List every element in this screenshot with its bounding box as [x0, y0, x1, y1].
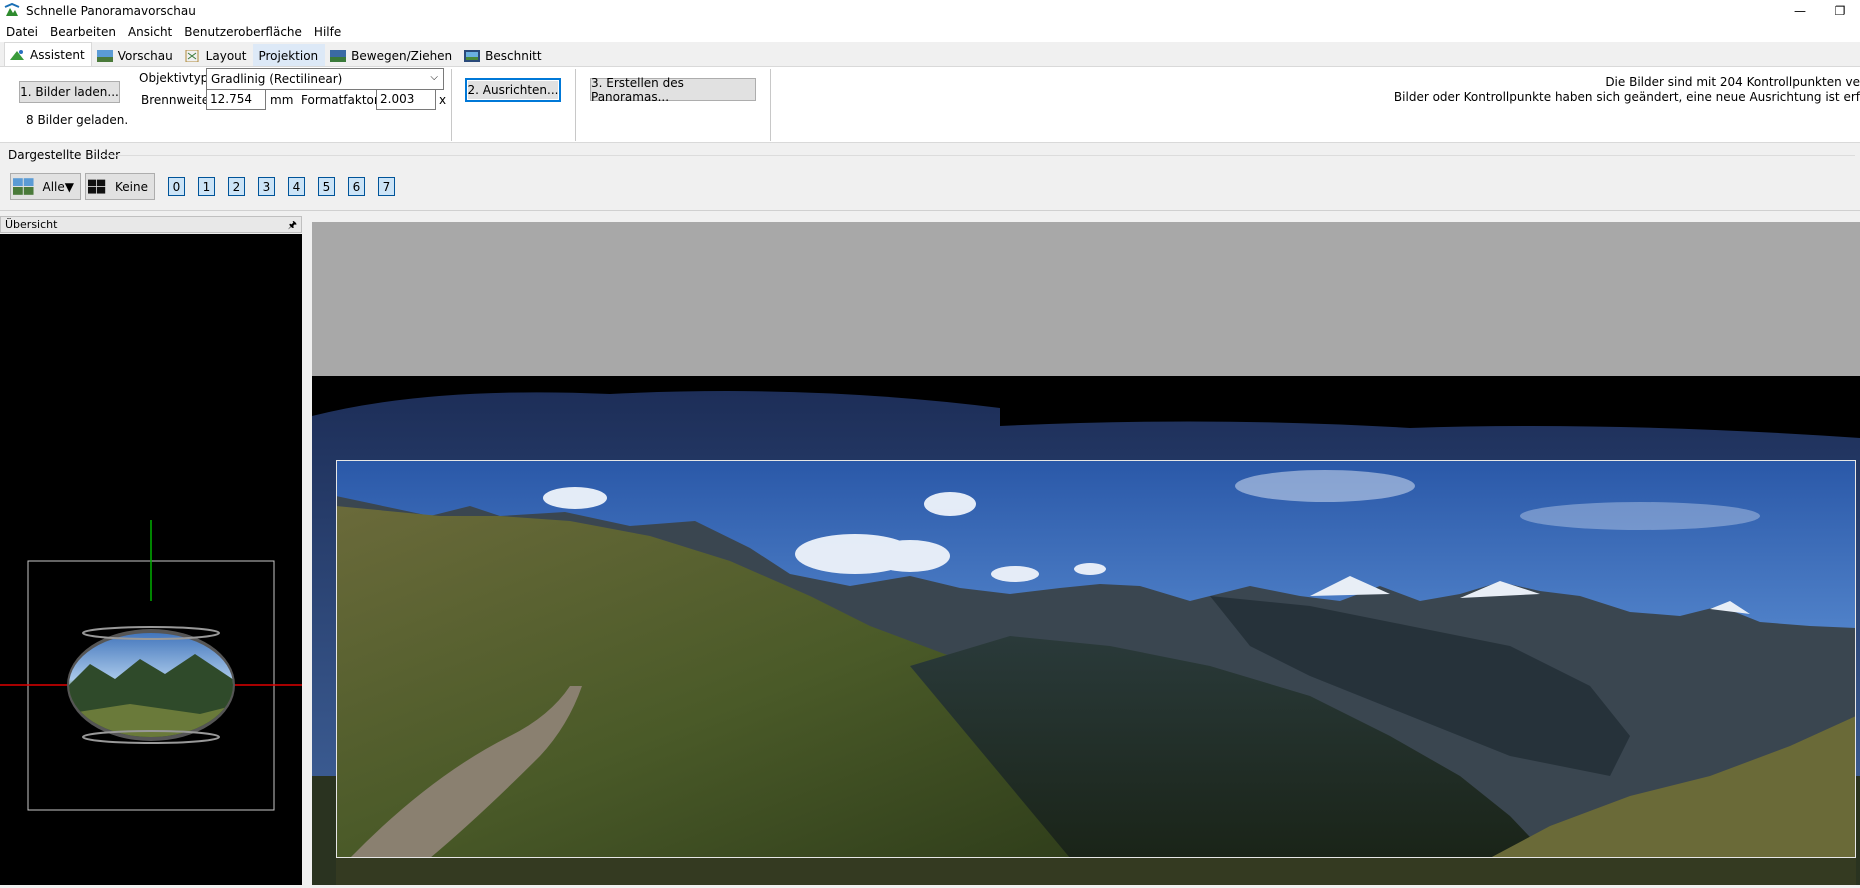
tab-beschnitt[interactable]: Beschnitt: [459, 44, 548, 66]
image-toggle-0[interactable]: 0: [168, 177, 185, 196]
image-toggle-5[interactable]: 5: [318, 177, 335, 196]
layout-icon: [185, 49, 199, 62]
panorama-preview[interactable]: [310, 216, 1860, 885]
chevron-down-icon: ⌵: [430, 72, 438, 83]
tab-label: Vorschau: [117, 48, 173, 63]
title-bar: Schnelle Panoramavorschau — ❐: [0, 0, 1860, 22]
image-toggle-4[interactable]: 4: [288, 177, 305, 196]
tab-bewegen-ziehen[interactable]: Bewegen/Ziehen: [325, 44, 459, 66]
overview-title: Übersicht: [5, 218, 58, 231]
image-toggle-6[interactable]: 6: [348, 177, 365, 196]
tab-label: Layout: [205, 48, 247, 63]
tab-vorschau[interactable]: Vorschau: [92, 44, 180, 66]
wizard-icon: [10, 49, 24, 60]
tab-label: Projektion: [258, 48, 319, 63]
loaded-status-text: 8 Bilder geladen.: [26, 113, 129, 127]
status-message: Die Bilder sind mit 204 Kontrollpunkten …: [1394, 75, 1860, 105]
menu-bearbeiten[interactable]: Bearbeiten: [44, 25, 122, 39]
show-all-label: Alle▼: [42, 179, 75, 194]
image-toggle-3[interactable]: 3: [258, 177, 275, 196]
menu-hilfe[interactable]: Hilfe: [308, 25, 347, 39]
crop-icon: [464, 49, 481, 62]
show-all-button[interactable]: Alle▼: [10, 173, 81, 200]
show-none-icon: [88, 179, 106, 194]
show-none-label: Keine: [115, 179, 148, 194]
separator: [770, 69, 771, 141]
lens-type-label: Objektivtyp:: [139, 71, 213, 85]
focal-length-field[interactable]: 12.754: [206, 89, 266, 110]
restore-button[interactable]: ❐: [1820, 0, 1860, 22]
panorama-canvas[interactable]: [310, 216, 1860, 885]
tab-assistent[interactable]: Assistent: [4, 42, 92, 66]
crop-factor-label: Formatfaktor:: [301, 93, 383, 107]
create-panorama-button[interactable]: 3. Erstellen des Panoramas...: [590, 76, 756, 104]
tab-projektion[interactable]: Projektion: [253, 44, 326, 66]
app-icon: [4, 3, 20, 16]
align-button[interactable]: 2. Ausrichten...: [465, 78, 561, 102]
show-none-button[interactable]: Keine: [85, 173, 155, 200]
image-toggle-7[interactable]: 7: [378, 177, 395, 196]
menu-benutzeroberflaeche[interactable]: Benutzeroberfläche: [178, 25, 308, 39]
assistant-panel: 1. Bilder laden... 8 Bilder geladen. Obj…: [0, 67, 1860, 143]
minimize-button[interactable]: —: [1780, 0, 1820, 22]
pane-splitter[interactable]: [302, 216, 310, 885]
separator: [451, 69, 452, 141]
divider: [0, 210, 1860, 211]
status-line-1: Die Bilder sind mit 204 Kontrollpunkten …: [1605, 75, 1860, 89]
focal-length-unit: mm: [270, 93, 294, 107]
crop-factor-field[interactable]: 2.003: [376, 89, 436, 110]
preview-icon: [96, 49, 113, 62]
lens-type-select[interactable]: Gradlinig (Rectilinear) ⌵: [206, 68, 444, 90]
pin-icon[interactable]: 🖈: [288, 218, 297, 235]
window-title: Schnelle Panoramavorschau: [26, 4, 196, 18]
crop-factor-unit: x: [439, 93, 447, 107]
menu-datei[interactable]: Datei: [0, 25, 44, 39]
tab-layout[interactable]: Layout: [180, 44, 254, 66]
separator: [575, 69, 576, 141]
load-images-button[interactable]: 1. Bilder laden...: [19, 81, 120, 103]
tab-label: Assistent: [30, 47, 85, 62]
show-all-icon: [13, 177, 34, 195]
panorama-overflow-ground: [336, 858, 1856, 885]
move-drag-icon: [330, 49, 347, 62]
focal-length-label: Brennweite:: [141, 93, 214, 107]
tab-label: Bewegen/Ziehen: [351, 48, 453, 63]
overview-3d-view[interactable]: [0, 234, 302, 885]
divider: [100, 155, 1855, 156]
image-toggle-2[interactable]: 2: [228, 177, 245, 196]
menu-bar: Datei Bearbeiten Ansicht Benutzeroberflä…: [0, 22, 1860, 42]
lens-type-value: Gradlinig (Rectilinear): [211, 72, 343, 86]
tab-bar: Assistent Vorschau Layout Projektion Bew…: [0, 42, 1860, 67]
status-line-2: Bilder oder Kontrollpunkte haben sich ge…: [1393, 90, 1860, 104]
panorama-sphere: [69, 633, 233, 737]
overview-header: Übersicht 🖈: [0, 216, 302, 233]
tab-label: Beschnitt: [485, 48, 542, 63]
image-toggle-1[interactable]: 1: [198, 177, 215, 196]
menu-ansicht[interactable]: Ansicht: [122, 25, 178, 39]
overview-canvas[interactable]: [0, 234, 302, 885]
